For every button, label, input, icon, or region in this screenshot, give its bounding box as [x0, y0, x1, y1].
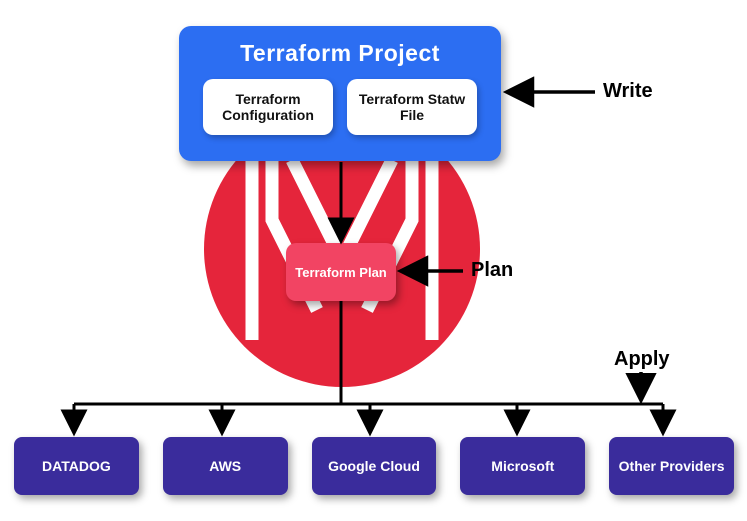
- label-plan: Plan: [471, 259, 513, 282]
- project-title: Terraform Project: [179, 40, 501, 67]
- providers-row: DATADOG AWS Google Cloud Microsoft Other…: [14, 437, 734, 495]
- provider-datadog: DATADOG: [14, 437, 139, 495]
- card-state-file: Terraform Statw File: [347, 79, 477, 135]
- card-configuration: Terraform Configuration: [203, 79, 333, 135]
- provider-aws: AWS: [163, 437, 288, 495]
- provider-other: Other Providers: [609, 437, 734, 495]
- provider-gcp: Google Cloud: [312, 437, 437, 495]
- provider-microsoft: Microsoft: [460, 437, 585, 495]
- terraform-plan-box: Terraform Plan: [286, 243, 396, 301]
- label-write: Write: [603, 80, 653, 103]
- project-cards-row: Terraform Configuration Terraform Statw …: [179, 79, 501, 135]
- terraform-project-box: Terraform Project Terraform Configuratio…: [179, 26, 501, 161]
- label-apply: Apply: [614, 348, 670, 371]
